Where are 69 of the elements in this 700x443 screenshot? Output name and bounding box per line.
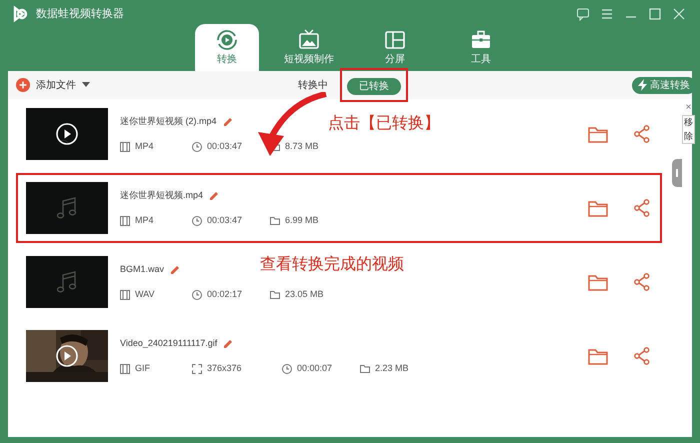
file-format: MP4	[135, 140, 154, 153]
music-note-icon	[57, 270, 77, 294]
plus-icon	[16, 78, 30, 92]
annotation-text: 查看转换完成的视频	[260, 255, 404, 275]
edit-icon[interactable]	[209, 190, 220, 200]
tab[interactable]: 短视频制作	[273, 24, 345, 71]
caret-icon	[82, 82, 90, 88]
share-icon[interactable]	[634, 347, 650, 365]
film-icon	[120, 216, 130, 226]
film-icon	[120, 142, 130, 152]
close-button[interactable]: ×	[686, 103, 692, 113]
share-icon[interactable]	[634, 125, 650, 143]
window-title: 数据蛙视频转换器	[36, 6, 124, 22]
clock-icon	[192, 142, 202, 152]
close-icon[interactable]	[672, 7, 686, 21]
add-file-button[interactable]: 添加文件	[16, 75, 90, 95]
folder-icon[interactable]	[588, 200, 608, 216]
folder-icon	[360, 364, 370, 374]
file-duration: 00:02:17	[207, 288, 242, 301]
share-icon[interactable]	[634, 273, 650, 291]
edit-icon[interactable]	[223, 338, 234, 348]
file-duration: 00:00:07	[297, 362, 332, 375]
tv-icon	[298, 29, 320, 51]
film-icon	[120, 364, 130, 374]
status-tab[interactable]: 转换中	[298, 76, 328, 94]
folder-icon	[270, 290, 280, 300]
play-icon	[56, 345, 78, 367]
edit-icon[interactable]	[170, 264, 180, 274]
edit-icon[interactable]	[222, 116, 233, 126]
file-size: 6.99 MB	[285, 214, 319, 227]
file-name: 迷你世界短视频 (2).mp4	[120, 114, 217, 128]
clock-icon	[192, 216, 202, 226]
menu-icon[interactable]	[600, 7, 614, 21]
chat-icon[interactable]	[576, 7, 590, 21]
folder-icon[interactable]	[588, 274, 608, 290]
folder-icon[interactable]	[588, 348, 608, 364]
file-format: GIF	[135, 362, 150, 375]
annotation-text: 点击【已转换】	[328, 114, 440, 134]
file-name: BGM1.wav	[120, 262, 164, 276]
toolbox-icon	[470, 29, 492, 51]
tab[interactable]: 转换	[195, 24, 259, 71]
file-name: 迷你世界短视频.mp4	[120, 188, 204, 202]
split-screen-icon	[384, 29, 406, 51]
file-duration: 00:03:47	[207, 140, 242, 153]
file-size: 2.23 MB	[375, 362, 409, 375]
expand-icon	[192, 364, 202, 374]
folder-icon	[270, 216, 280, 226]
tab[interactable]: 分屏	[359, 24, 431, 71]
clock-icon	[282, 364, 292, 374]
file-format: WAV	[135, 288, 154, 301]
file-resolution: 376x376	[207, 362, 242, 375]
file-duration: 00:03:47	[207, 214, 242, 227]
film-icon	[120, 290, 130, 300]
folder-icon[interactable]	[588, 126, 608, 142]
file-size: 23.05 MB	[285, 288, 324, 301]
play-icon	[56, 123, 78, 145]
share-icon[interactable]	[634, 199, 650, 217]
convert-icon	[216, 29, 238, 51]
music-note-icon	[57, 196, 77, 220]
remove-label[interactable]: 移除	[682, 115, 695, 144]
file-name: Video_240219111117.gif	[120, 336, 218, 350]
file-size: 8.73 MB	[285, 140, 319, 153]
tab[interactable]: 工具	[445, 24, 517, 71]
clock-icon	[192, 290, 202, 300]
status-tab[interactable]: 已转换	[347, 78, 401, 95]
file-format: MP4	[135, 214, 154, 227]
scroll-handle[interactable]	[672, 159, 682, 187]
maximize-icon[interactable]	[648, 7, 662, 21]
lightning-icon	[638, 79, 647, 91]
